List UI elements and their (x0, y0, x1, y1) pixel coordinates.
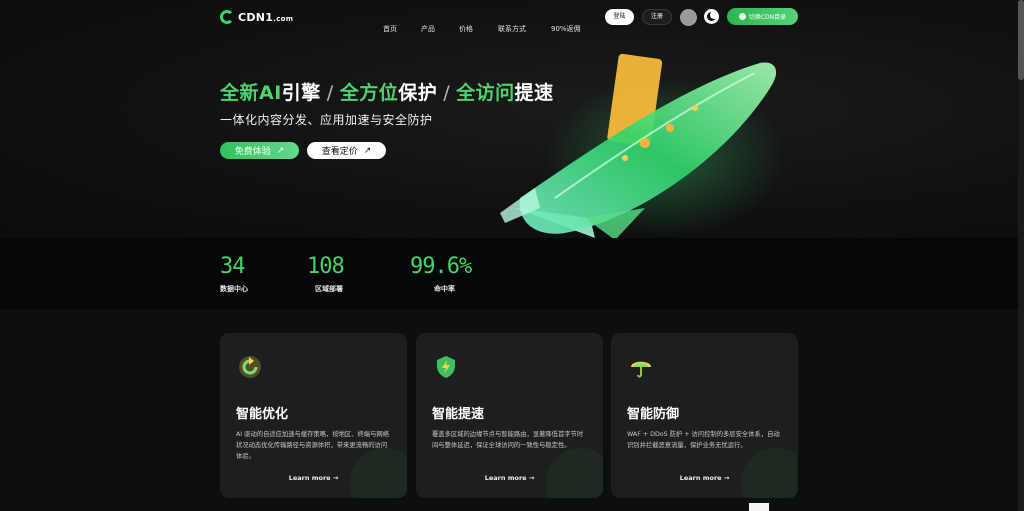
free-trial-button[interactable]: 免费体验 ↗ (220, 142, 299, 159)
shield-bolt-icon (437, 356, 455, 378)
logo[interactable]: CDN1.com (220, 10, 293, 24)
avatar[interactable] (680, 9, 697, 26)
learn-more-link[interactable]: Learn more → (611, 474, 798, 482)
theme-toggle-button[interactable] (704, 9, 719, 24)
hero-subtitle: 一体化内容分发、应用加速与安全防护 (220, 113, 433, 127)
stat-value: 108 (307, 254, 345, 279)
switch-icon (738, 13, 746, 20)
scrollbar-thumb[interactable] (1018, 0, 1024, 80)
scrollbar[interactable] (1018, 0, 1024, 511)
card-title: 智能防御 (627, 407, 680, 422)
learn-more-link[interactable]: Learn more → (220, 474, 407, 482)
logo-mark-icon (220, 10, 234, 24)
page: CDN1.com 首页 产品 价格 联系方式 90%返佣 登陆 注册 切换CDN… (0, 0, 1024, 511)
view-pricing-button[interactable]: 查看定价 ↗ (307, 142, 386, 159)
rocket-illustration (500, 53, 780, 240)
stat-value: 99.6% (410, 254, 472, 279)
stat-regions: 108 区域部署 (307, 254, 345, 294)
refresh-icon (239, 356, 261, 378)
floating-widget[interactable] (749, 503, 769, 511)
logo-text: CDN1.com (238, 10, 294, 24)
card-description: WAF + DDoS 防护 + 访问控制的多层安全体系，自动识别并拦截恶意流量，… (627, 431, 780, 449)
main-nav: 首页 产品 价格 联系方式 90%返佣 (383, 24, 591, 34)
feature-card-optimization: 智能优化 AI 驱动的自适应加速与缓存策略，按地区、终端与网络状况动态优化传输路… (220, 333, 407, 498)
stat-label: 数据中心 (220, 285, 248, 293)
headline-separator: / (443, 82, 451, 104)
free-trial-label: 免费体验 (234, 147, 271, 157)
headline-part: 全方位 (339, 82, 399, 104)
umbrella-icon (631, 361, 651, 378)
stat-value: 34 (220, 254, 246, 279)
card-decoration (546, 448, 603, 498)
view-pricing-label: 查看定价 (321, 147, 358, 157)
headline-part: 保护 (398, 82, 438, 104)
login-button[interactable]: 登陆 (605, 9, 634, 25)
card-description: AI 驱动的自适应加速与缓存策略，按地区、终端与网络状况动态优化传输路径与资源体… (236, 431, 389, 460)
headline-part: 全新AI (220, 82, 282, 104)
stat-label: 区域部署 (315, 285, 343, 293)
feature-card-acceleration: 智能提速 覆盖多区域的边缘节点与智能路由，显著降低首字节时间与整体延迟，保证全球… (416, 333, 603, 498)
stat-hit-rate: 99.6% 命中率 (410, 254, 472, 294)
nav-item-pricing[interactable]: 价格 (459, 24, 498, 34)
feature-card-defense: 智能防御 WAF + DDoS 防护 + 访问控制的多层安全体系，自动识别并拦截… (611, 333, 798, 498)
card-title: 智能优化 (236, 407, 289, 422)
nav-item-products[interactable]: 产品 (421, 24, 459, 34)
headline-part: 引擎 (281, 82, 321, 104)
stat-data-centers: 34 数据中心 (220, 254, 248, 294)
nav-item-rebate[interactable]: 90%返佣 (551, 24, 591, 34)
nav-item-home[interactable]: 首页 (383, 24, 421, 34)
stat-label: 命中率 (434, 285, 455, 293)
headline-separator: / (326, 82, 334, 104)
card-decoration (741, 448, 798, 498)
switch-cdn-button[interactable]: 切换CDN目录 (727, 8, 798, 25)
arrow-up-right-icon: ↗ (276, 145, 285, 156)
learn-more-link[interactable]: Learn more → (416, 474, 603, 482)
moon-icon (707, 11, 718, 21)
card-description: 覆盖多区域的边缘节点与智能路由，显著降低首字节时间与整体延迟，保证全球访问的一致… (432, 431, 584, 449)
arrow-up-right-icon: ↗ (363, 145, 372, 156)
nav-item-contact[interactable]: 联系方式 (498, 24, 551, 34)
switch-cdn-label: 切换CDN目录 (748, 14, 787, 21)
stats-band (0, 238, 1018, 309)
card-title: 智能提速 (432, 407, 485, 422)
register-button[interactable]: 注册 (642, 9, 672, 25)
